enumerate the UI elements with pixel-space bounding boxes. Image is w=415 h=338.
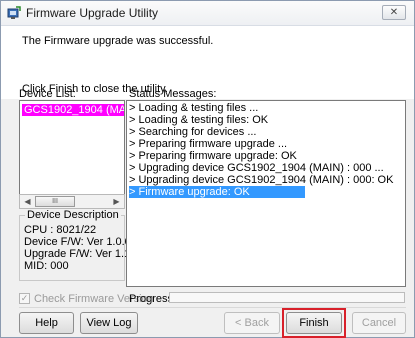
status-message: > Searching for devices ...	[129, 126, 257, 138]
status-message: > Loading & testing files ...	[129, 102, 259, 114]
title-bar: Firmware Upgrade Utility ✕	[1, 1, 414, 26]
help-button[interactable]: Help	[19, 312, 74, 334]
scroll-right-icon[interactable]: ▶	[109, 195, 124, 208]
status-messages-list[interactable]: > Loading & testing files ... > Loading …	[126, 100, 406, 287]
status-message: > Preparing firmware upgrade ...	[129, 138, 288, 150]
firmware-upgrade-window: Firmware Upgrade Utility ✕ The Firmware …	[0, 0, 415, 338]
close-icon: ✕	[389, 7, 399, 18]
mid-info: MID: 000	[24, 260, 69, 272]
status-messages-label: Status Messages:	[129, 88, 217, 100]
scrollbar-thumb[interactable]: III	[35, 196, 75, 207]
back-button[interactable]: < Back	[224, 312, 280, 334]
progress-bar	[169, 292, 405, 303]
device-list-item[interactable]: GCS1902_1904 (MAIN):00	[22, 104, 124, 116]
checkmark-icon: ✓	[20, 293, 29, 303]
device-description-title: Device Description	[25, 209, 121, 221]
status-message: > Loading & testing files: OK	[129, 114, 269, 126]
device-list-label: Device List:	[19, 88, 76, 100]
success-message: The Firmware upgrade was successful.	[22, 35, 214, 47]
app-icon	[7, 6, 21, 20]
cancel-button[interactable]: Cancel	[352, 312, 406, 334]
device-list-scrollbar[interactable]: ◀ III ▶	[19, 194, 125, 209]
cpu-info: CPU : 8021/22	[24, 224, 97, 236]
close-button[interactable]: ✕	[382, 5, 406, 20]
window-title: Firmware Upgrade Utility	[26, 6, 159, 20]
device-list[interactable]: GCS1902_1904 (MAIN):00	[19, 100, 125, 195]
status-message-selected[interactable]: > Firmware upgrade: OK	[129, 186, 305, 198]
divider	[19, 307, 406, 308]
view-log-button[interactable]: View Log	[80, 312, 138, 334]
status-message: > Preparing firmware upgrade: OK	[129, 150, 297, 162]
finish-highlight-box	[282, 308, 346, 338]
status-message: > Upgrading device GCS1902_1904 (MAIN) :…	[129, 162, 384, 174]
device-description-group: Device Description CPU : 8021/22 Device …	[19, 209, 152, 281]
status-message: > Upgrading device GCS1902_1904 (MAIN) :…	[129, 174, 394, 186]
check-firmware-checkbox[interactable]: ✓	[19, 293, 30, 304]
scroll-left-icon[interactable]: ◀	[20, 195, 35, 208]
